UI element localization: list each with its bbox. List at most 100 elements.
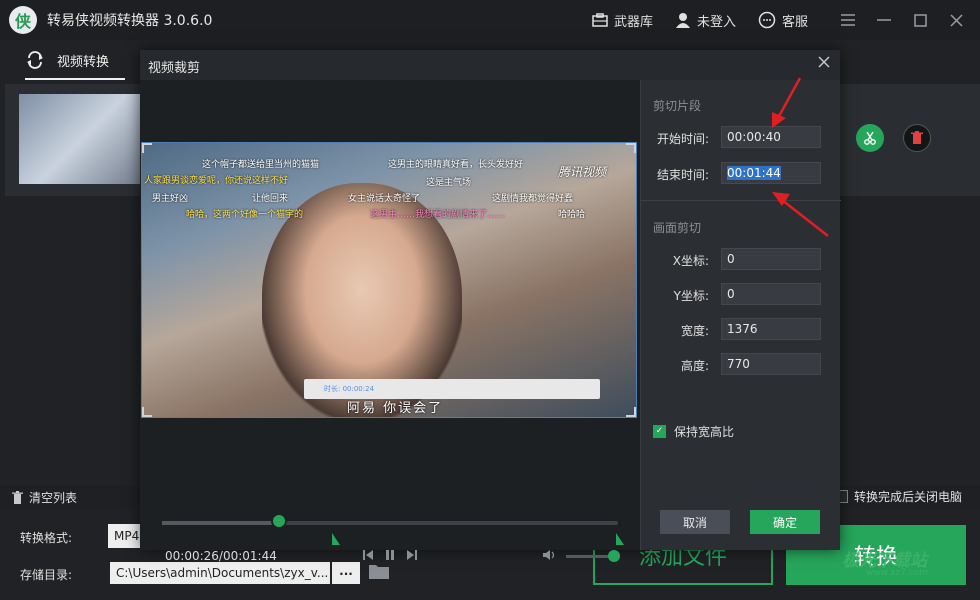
- danmaku-comment: 这男主……我想看的剧情来了……: [370, 210, 506, 220]
- height-input[interactable]: 770: [721, 353, 821, 375]
- danmaku-comment: 哈哈哈: [558, 210, 586, 220]
- crop-settings-panel: 剪切片段 开始时间: 00:00:40 结束时间: 00:01:44 画面剪切 …: [640, 80, 841, 550]
- overlay-text: 时长: 00:00:24: [324, 385, 375, 393]
- crop-handle-top-left[interactable]: [142, 143, 152, 153]
- close-window-button[interactable]: [938, 0, 974, 40]
- width-input[interactable]: 1376: [721, 318, 821, 340]
- volume-button[interactable]: [542, 549, 556, 564]
- arsenal-button[interactable]: 武器库: [592, 11, 653, 30]
- trash-icon: [911, 131, 923, 144]
- dialog-close-button[interactable]: [818, 56, 830, 72]
- login-button[interactable]: 未登入: [675, 11, 736, 30]
- dir-label: 存储目录:: [20, 568, 73, 582]
- service-label: 客服: [781, 14, 808, 30]
- end-time-label: 结束时间:: [656, 168, 709, 182]
- scissors-icon: [864, 131, 876, 145]
- danmaku-comment: 这剧情我都觉得好蠢: [492, 194, 574, 204]
- clear-list-button[interactable]: 清空列表: [12, 489, 77, 506]
- start-time-input[interactable]: 00:00:40: [721, 126, 821, 148]
- volume-icon: [543, 550, 555, 560]
- shutdown-label: 转换完成后关闭电脑: [853, 490, 962, 504]
- tab-video-convert[interactable]: 视频转换: [25, 40, 109, 80]
- folder-icon: [369, 565, 389, 579]
- danmaku-comment: 女主说话太奇怪了: [348, 194, 421, 204]
- danmaku-comment: 这个帽子都送给里当州的猫猫: [202, 160, 320, 170]
- crop-section-title: 画面剪切: [653, 221, 702, 235]
- keep-aspect-ratio-label: 保持宽高比: [674, 425, 735, 439]
- app-title: 转易侠视频转换器 3.0.6.0: [47, 13, 213, 29]
- danmaku-comment: 人家跟男谈恋爱呢，你还说这样不好: [144, 176, 289, 186]
- video-watermark: 腾讯视频: [558, 165, 607, 179]
- crop-handle-bottom-left[interactable]: [142, 407, 152, 417]
- step-forward-icon: [407, 550, 417, 560]
- browse-button[interactable]: ...: [332, 562, 360, 584]
- service-button[interactable]: 客服: [758, 11, 808, 30]
- keep-aspect-ratio-option[interactable]: ✓ 保持宽高比: [653, 423, 734, 440]
- title-bar: 侠 转易侠视频转换器 3.0.6.0 武器库 未登入 客服: [0, 0, 980, 40]
- danmaku-comment: 这是主气场: [426, 178, 472, 188]
- playback-timeline[interactable]: [162, 521, 618, 525]
- menu-icon: [841, 14, 855, 26]
- danmaku-comment: 这男主的眼睛真好看，长头发好好: [388, 160, 524, 170]
- pause-button[interactable]: [384, 549, 396, 564]
- open-folder-button[interactable]: [368, 562, 390, 584]
- login-label: 未登入: [696, 14, 736, 30]
- format-label: 转换格式:: [20, 531, 73, 545]
- playhead-knob[interactable]: [271, 513, 287, 529]
- timeline-played: [162, 521, 279, 525]
- shutdown-option[interactable]: 转换完成后关闭电脑: [834, 488, 962, 505]
- crop-handle-bottom-right[interactable]: [626, 407, 636, 417]
- briefcase-icon: [592, 13, 608, 27]
- y-coordinate-input[interactable]: 0: [721, 283, 821, 305]
- volume-knob[interactable]: [608, 550, 620, 562]
- next-frame-button[interactable]: [406, 549, 418, 564]
- clip-start-marker[interactable]: [332, 533, 340, 545]
- confirm-button[interactable]: 确定: [750, 510, 820, 534]
- tab-video-convert-label: 视频转换: [57, 54, 110, 70]
- output-dir-field[interactable]: C:\Users\admin\Documents\zyx_v...: [110, 562, 330, 584]
- video-crop-dialog: 视频裁剪 这个帽子都送给里当州的猫猫 这男主的眼睛真好看，长头发好好 人家跟男谈…: [140, 50, 841, 563]
- close-icon: [949, 13, 963, 27]
- clip-end-marker[interactable]: [616, 533, 624, 545]
- time-readout: 00:00:26/00:01:44: [165, 549, 277, 563]
- convert-icon: [27, 51, 43, 69]
- height-label: 高度:: [680, 359, 709, 373]
- x-coordinate-label: X坐标:: [672, 254, 709, 268]
- step-back-icon: [363, 550, 373, 560]
- danmaku-comment: 让他回来: [252, 194, 289, 204]
- minimize-button[interactable]: [866, 0, 902, 40]
- maximize-button[interactable]: [902, 0, 938, 40]
- preview-pane: 这个帽子都送给里当州的猫猫 这男主的眼睛真好看，长头发好好 人家跟男谈恋爱呢，你…: [140, 80, 640, 563]
- chat-icon: [758, 11, 776, 29]
- keep-aspect-ratio-checkbox[interactable]: ✓: [653, 425, 666, 438]
- crop-handle-top-right[interactable]: [626, 143, 636, 153]
- video-subtitle: 阿易 你误会了: [347, 401, 444, 416]
- close-icon: [818, 56, 830, 68]
- site-watermark-url: www.xz7.com: [866, 568, 928, 578]
- dialog-header: 视频裁剪: [140, 50, 840, 80]
- pause-icon: [386, 550, 394, 560]
- maximize-icon: [913, 13, 927, 27]
- volume-slider[interactable]: [566, 555, 612, 558]
- previous-frame-button[interactable]: [362, 549, 374, 564]
- user-icon: [675, 13, 690, 28]
- section-divider: [641, 200, 841, 201]
- start-time-label: 开始时间:: [656, 132, 709, 146]
- cancel-button[interactable]: 取消: [660, 510, 730, 534]
- delete-button[interactable]: [903, 124, 931, 152]
- danmaku-comment: 男主好凶: [152, 194, 189, 204]
- end-time-input[interactable]: 00:01:44: [721, 162, 821, 184]
- video-preview[interactable]: 这个帽子都送给里当州的猫猫 这男主的眼睛真好看，长头发好好 人家跟男谈恋爱呢，你…: [141, 142, 637, 418]
- embedded-player-bar: 时长: 00:00:24: [304, 379, 600, 399]
- x-coordinate-input[interactable]: 0: [721, 248, 821, 270]
- menu-button[interactable]: [830, 0, 866, 40]
- width-label: 宽度:: [680, 324, 709, 338]
- minimize-icon: [877, 19, 891, 21]
- trim-button[interactable]: [856, 124, 884, 152]
- app-logo-icon: 侠: [9, 6, 37, 34]
- clear-list-label: 清空列表: [29, 490, 78, 505]
- clip-section-title: 剪切片段: [653, 99, 702, 113]
- end-time-selection: 00:01:44: [727, 166, 781, 180]
- video-thumbnail[interactable]: [19, 94, 144, 184]
- danmaku-comment: 哈哈，这两个好像一个猫宇的: [186, 210, 304, 220]
